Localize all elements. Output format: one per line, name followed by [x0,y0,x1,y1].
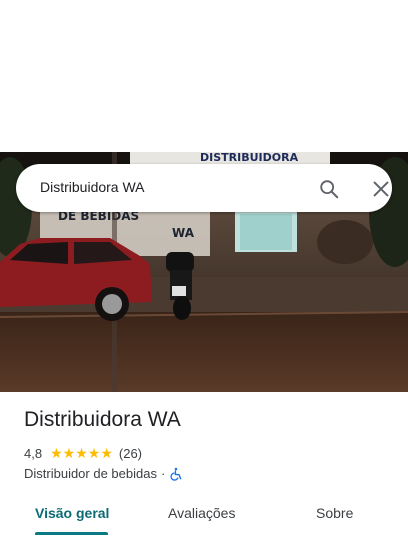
rating-stars: ★ ★ ★ ★ ★ [50,446,113,460]
tab-bar: Visão geral Avaliações Sobre [0,500,408,536]
category-row: Distribuidor de bebidas · [24,466,183,481]
tab-reviews[interactable]: Avaliações [168,505,235,521]
star-icon: ★ [87,445,101,461]
place-title: Distribuidora WA [24,408,181,431]
tab-about[interactable]: Sobre [316,505,353,521]
star-icon: ★ [100,445,113,461]
search-bar[interactable]: Distribuidora WA [16,164,392,212]
star-icon: ★ [50,445,63,461]
close-icon[interactable] [370,178,392,200]
wheelchair-icon [169,467,183,481]
search-input[interactable]: Distribuidora WA [40,179,145,195]
map-area [0,0,408,152]
place-category: Distribuidor de bebidas [24,466,157,481]
star-icon: ★ [75,445,88,461]
review-count[interactable]: (26) [119,446,142,461]
selected-tab-indicator [35,532,108,535]
rating-row[interactable]: 4,8 ★ ★ ★ ★ ★ (26) [24,445,142,461]
wall-logo: WA [172,226,195,240]
search-icon[interactable] [318,178,340,200]
tab-overview[interactable]: Visão geral [35,505,109,521]
rating-value: 4,8 [24,445,43,461]
star-icon: ★ [62,445,76,461]
sign-text: DISTRIBUIDORA [200,152,299,164]
separator: · [160,466,166,481]
